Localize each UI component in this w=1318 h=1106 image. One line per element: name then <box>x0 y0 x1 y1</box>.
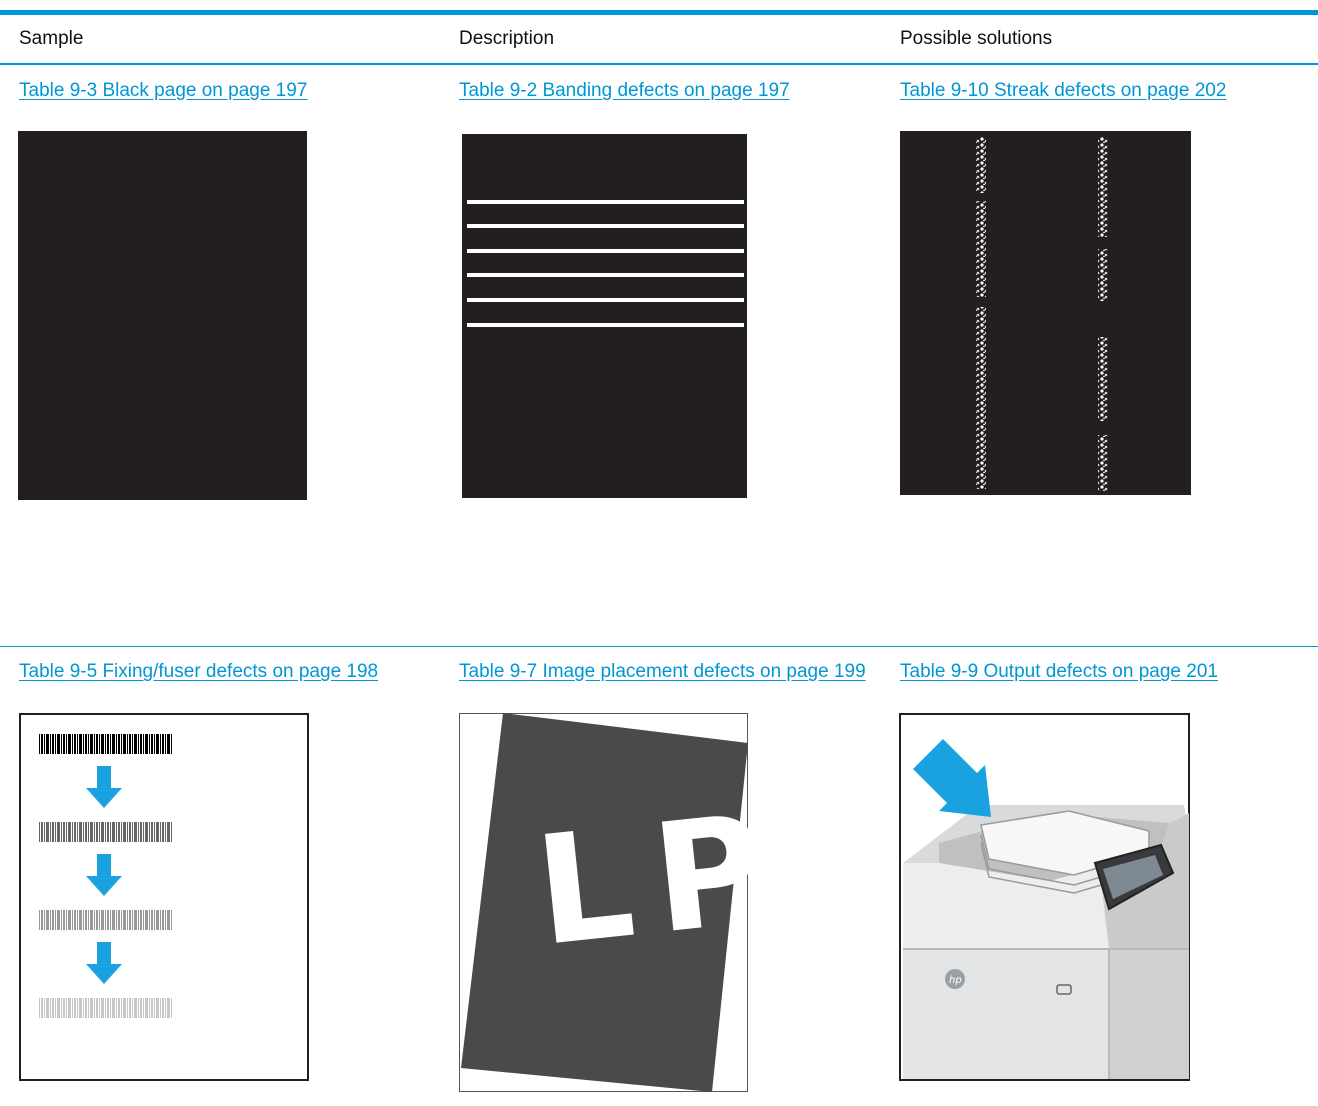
fixing-fuser-sample <box>19 713 310 1082</box>
top-accent-bar <box>0 10 1318 15</box>
link-banding-defects[interactable]: Table 9-2 Banding defects on page 197 <box>459 80 790 102</box>
black-page-sample <box>18 131 307 500</box>
column-header-description: Description <box>459 28 555 49</box>
column-header-solutions: Possible solutions <box>900 28 1053 49</box>
barcode-dark <box>39 734 173 754</box>
header-divider <box>0 63 1318 65</box>
link-streak-defects[interactable]: Table 9-10 Streak defects on page 202 <box>900 80 1226 102</box>
link-fixing-fuser-defects[interactable]: Table 9-5 Fixing/fuser defects on page 1… <box>19 661 378 683</box>
banding-sample <box>462 134 747 498</box>
link-image-placement-defects[interactable]: Table 9-7 Image placement defects on pag… <box>459 661 866 683</box>
row-divider <box>0 646 1318 647</box>
link-output-defects[interactable]: Table 9-9 Output defects on page 201 <box>900 661 1218 683</box>
streak-sample <box>900 131 1191 495</box>
image-placement-sample: LP <box>459 713 795 1093</box>
column-header-sample: Sample <box>19 28 84 49</box>
svg-text:hp: hp <box>949 975 962 986</box>
placement-sample-text: LP <box>528 780 795 980</box>
output-defect-sample: hp <box>899 713 1191 1082</box>
link-black-page[interactable]: Table 9-3 Black page on page 197 <box>19 80 307 102</box>
